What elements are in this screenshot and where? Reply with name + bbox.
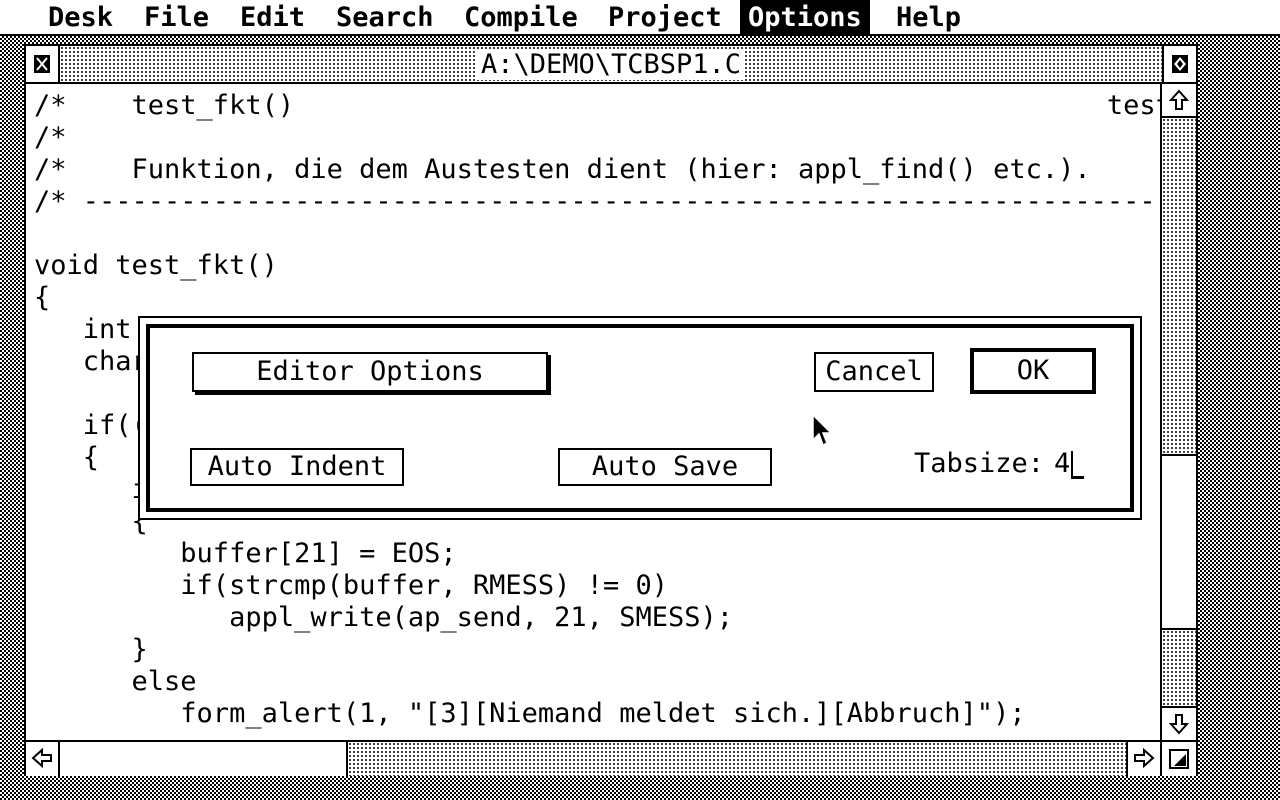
vertical-scrollbar[interactable]	[1160, 84, 1196, 740]
code-line: {	[34, 506, 148, 537]
code-line: else	[34, 666, 197, 697]
menu-edit[interactable]: Edit	[232, 0, 313, 34]
code-line: if((	[34, 410, 148, 441]
window-title: A:\DEMO\TCBSP1.C	[476, 50, 746, 80]
title-bar-pattern: A:\DEMO\TCBSP1.C	[60, 46, 1162, 82]
code-line: appl_write(ap_send, 21, SMESS);	[34, 602, 733, 633]
close-icon[interactable]	[26, 46, 60, 82]
tabsize-input[interactable]: 4	[1054, 446, 1074, 482]
editor-options-title: Editor Options	[192, 352, 548, 392]
code-line: /* test_fkt() test functio	[34, 90, 1160, 121]
code-line: /* -------------------------------------…	[34, 186, 1160, 217]
horizontal-scrollbar[interactable]	[26, 740, 1160, 776]
cancel-button[interactable]: Cancel	[814, 352, 934, 392]
code-line: }	[34, 634, 148, 665]
code-line: {	[34, 282, 51, 313]
code-line: /*	[34, 122, 67, 153]
menu-compile[interactable]: Compile	[456, 0, 586, 34]
title-bar[interactable]: A:\DEMO\TCBSP1.C	[26, 46, 1196, 84]
vertical-scroll-thumb[interactable]	[1162, 454, 1196, 630]
arrow-left-icon[interactable]	[26, 742, 60, 776]
code-line: i	[34, 474, 148, 505]
menu-file[interactable]: File	[136, 0, 217, 34]
auto-save-button[interactable]: Auto Save	[558, 448, 772, 486]
editor-options-dialog: Editor Options Cancel OK Auto Indent Aut…	[138, 316, 1142, 520]
code-line: char	[34, 346, 148, 377]
resize-icon[interactable]	[1160, 740, 1196, 776]
menu-project[interactable]: Project	[600, 0, 730, 34]
code-line: if(strcmp(buffer, RMESS) != 0)	[34, 570, 668, 601]
arrow-right-icon[interactable]	[1126, 742, 1160, 776]
ok-button[interactable]: OK	[970, 348, 1096, 394]
menu-bar: Desk File Edit Search Compile Project Op…	[0, 0, 1280, 36]
code-line: buffer[21] = EOS;	[34, 538, 457, 569]
horizontal-scroll-track[interactable]	[60, 742, 1126, 776]
menu-help[interactable]: Help	[888, 0, 969, 34]
code-line: {	[34, 442, 100, 473]
code-line: int	[34, 314, 132, 345]
menu-search[interactable]: Search	[328, 0, 442, 34]
code-line: form_alert(1, "[3][Niemand meldet sich.]…	[34, 698, 1026, 729]
menu-options[interactable]: Options	[740, 0, 870, 34]
text-cursor	[1071, 450, 1074, 479]
horizontal-scroll-thumb[interactable]	[60, 742, 348, 776]
code-line: /* Funktion, die dem Austesten dient (hi…	[34, 154, 1091, 185]
menu-desk[interactable]: Desk	[40, 0, 121, 34]
tabsize-label: Tabsize:	[914, 448, 1045, 479]
input-underline	[1072, 476, 1084, 479]
auto-indent-button[interactable]: Auto Indent	[190, 448, 404, 486]
vertical-scroll-track[interactable]	[1162, 118, 1196, 706]
code-line: void test_fkt()	[34, 250, 278, 281]
arrow-down-icon[interactable]	[1162, 706, 1196, 740]
tabsize-value: 4	[1054, 448, 1071, 479]
mouse-pointer-icon	[812, 413, 833, 448]
fuller-icon[interactable]	[1162, 46, 1196, 82]
arrow-up-icon[interactable]	[1162, 84, 1196, 118]
